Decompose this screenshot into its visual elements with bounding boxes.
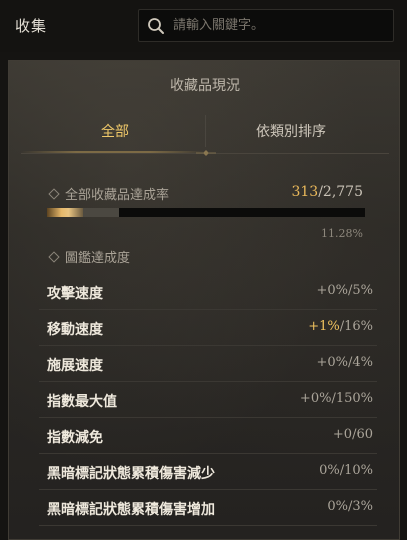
stat-value: +0%/150% bbox=[300, 391, 373, 406]
stat-name: 移動速度 bbox=[47, 322, 103, 338]
completion-label-text: 全部收藏品達成率 bbox=[65, 188, 170, 203]
stat-name: 施展速度 bbox=[47, 358, 103, 374]
stat-max: /60 bbox=[352, 427, 373, 442]
search-icon[interactable] bbox=[147, 17, 165, 35]
completion-percent: 11.28% bbox=[321, 227, 363, 240]
stat-name: 黑暗標記狀態累積傷害增加 bbox=[47, 502, 215, 518]
stat-row-dark-mark-damage-increase: 黑暗標記狀態累積傷害增加 0%/3% bbox=[39, 489, 377, 526]
stat-row-index-max: 指數最大值 +0%/150% bbox=[39, 381, 377, 418]
stat-max: /3% bbox=[347, 499, 373, 514]
total-count: /2,775 bbox=[318, 184, 363, 200]
stat-current: 0% bbox=[327, 499, 348, 514]
active-tab-indicator bbox=[21, 151, 205, 153]
stat-row-dark-mark-damage-reduction: 黑暗標記狀態累積傷害減少 0%/10% bbox=[39, 453, 377, 490]
stat-current: +0 bbox=[332, 427, 353, 442]
stat-current: +0% bbox=[299, 391, 332, 406]
completion-progress-fill bbox=[47, 208, 119, 217]
collection-status-panel: 收藏品現況 全部 依類別排序 全部收藏品達成率 313/2,775 11.28%… bbox=[8, 60, 400, 540]
completion-progress-bar bbox=[47, 208, 365, 217]
stat-max: /150% bbox=[331, 391, 373, 406]
stat-row-move-speed: 移動速度 +1%/16% bbox=[39, 309, 377, 346]
divider-ornament-icon bbox=[196, 150, 216, 156]
stat-row-index-reduction: 指數減免 +0/60 bbox=[39, 417, 377, 454]
stat-current: 0% bbox=[319, 463, 340, 478]
collected-count: 313 bbox=[291, 184, 319, 200]
stat-max: /5% bbox=[347, 283, 373, 298]
completion-label: 全部收藏品達成率 bbox=[47, 184, 169, 203]
tab-sort-by-category[interactable]: 依類別排序 bbox=[256, 121, 326, 141]
search-input[interactable] bbox=[173, 10, 387, 41]
page-title: 收集 bbox=[15, 17, 48, 35]
stat-value: +1%/16% bbox=[308, 319, 373, 334]
stat-value: +0%/5% bbox=[316, 283, 373, 298]
stat-name: 指數減免 bbox=[47, 430, 103, 446]
top-bar: 收集 bbox=[0, 0, 407, 52]
stat-value: +0/60 bbox=[333, 427, 373, 442]
stat-name: 黑暗標記狀態累積傷害減少 bbox=[47, 466, 215, 482]
stat-max: /4% bbox=[347, 355, 373, 370]
stat-value: 0%/3% bbox=[327, 499, 373, 514]
completion-count: 313/2,775 bbox=[291, 184, 363, 200]
stat-max: /10% bbox=[339, 463, 373, 478]
panel-title: 收藏品現況 bbox=[170, 78, 240, 94]
stat-current: +0% bbox=[316, 283, 348, 298]
stat-name: 攻擊速度 bbox=[47, 286, 103, 302]
stat-value: +0%/4% bbox=[316, 355, 373, 370]
search-box[interactable] bbox=[138, 9, 394, 42]
tab-divider bbox=[205, 115, 206, 147]
stat-max: /16% bbox=[339, 319, 373, 334]
codex-label-text: 圖鑑達成度 bbox=[65, 251, 131, 266]
diamond-bullet-icon bbox=[48, 188, 60, 200]
tab-all[interactable]: 全部 bbox=[101, 121, 129, 141]
diamond-bullet-icon bbox=[48, 251, 60, 263]
stat-value: 0%/10% bbox=[319, 463, 373, 478]
stat-row-cast-speed: 施展速度 +0%/4% bbox=[39, 345, 377, 382]
stat-row-attack-speed: 攻擊速度 +0%/5% bbox=[39, 273, 377, 310]
stat-name: 指數最大值 bbox=[47, 394, 117, 410]
codex-label: 圖鑑達成度 bbox=[47, 247, 130, 266]
stat-current: +1% bbox=[308, 319, 340, 334]
stat-current: +0% bbox=[316, 355, 348, 370]
